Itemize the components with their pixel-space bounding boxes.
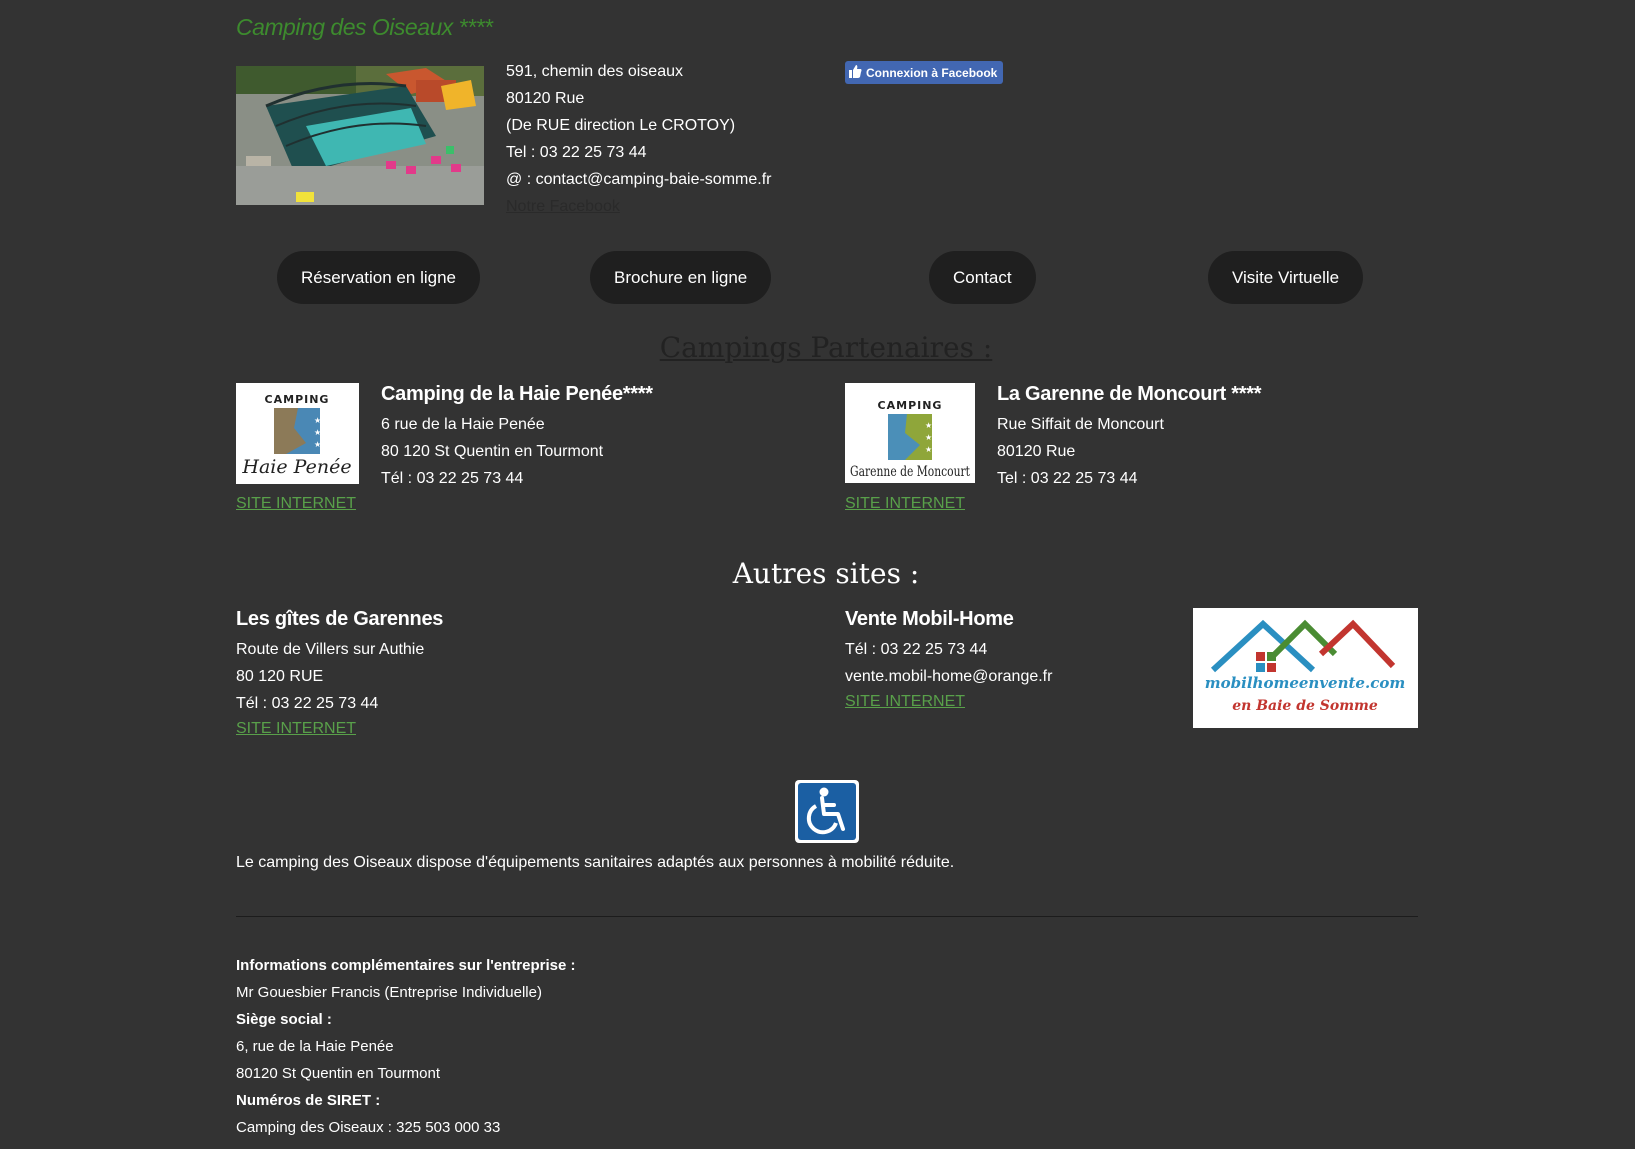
address-city: 80120 Rue: [506, 90, 585, 107]
address-street: 591, chemin des oiseaux: [506, 63, 683, 80]
garenne-moncourt-logo: CAMPING ★ ★ ★ Garenne de Moncourt: [845, 383, 975, 483]
facebook-connect-label: Connexion à Facebook: [866, 65, 998, 80]
haie-penee-logo-top: CAMPING: [265, 393, 330, 406]
svg-text:★: ★: [925, 445, 932, 454]
info-siege-city: 80120 St Quentin en Tourmont: [236, 1065, 441, 1082]
partner-1-site-link[interactable]: SITE INTERNET: [236, 495, 356, 513]
mobilhome-site-link[interactable]: SITE INTERNET: [845, 693, 965, 711]
haie-penee-logo: CAMPING ★ ★ ★ Haie Penée: [236, 383, 359, 484]
info-heading: Informations complémentaires sur l'entre…: [236, 957, 576, 974]
company-info: Informations complémentaires sur l'entre…: [236, 952, 576, 1141]
info-siret-heading: Numéros de SIRET :: [236, 1092, 381, 1109]
thumbs-up-icon: [849, 64, 862, 81]
pool-photo-illustration: [236, 66, 484, 205]
partner-2-title: La Garenne de Moncourt ****: [997, 383, 1262, 405]
address-email[interactable]: @ : contact@camping-baie-somme.fr: [506, 166, 771, 193]
gites-title: Les gîtes de Garennes: [236, 608, 444, 630]
site-title: Camping des Oiseaux ****: [236, 14, 493, 40]
info-siret-oiseaux: Camping des Oiseaux : 325 503 000 33: [236, 1119, 501, 1136]
partner-1-title: Camping de la Haie Penée****: [381, 383, 653, 405]
footer-divider: [236, 916, 1418, 917]
svg-text:★: ★: [925, 433, 932, 442]
partner-2-city: 80120 Rue: [997, 443, 1076, 460]
brochure-button[interactable]: Brochure en ligne: [590, 251, 772, 304]
partner-2-site-link[interactable]: SITE INTERNET: [845, 495, 965, 513]
mobilhome-phone: Tél : 03 22 25 73 44: [845, 641, 988, 658]
info-siege-heading: Siège social :: [236, 1011, 332, 1028]
svg-text:★: ★: [314, 428, 321, 437]
garenne-logo-bottom: Garenne de Moncourt: [850, 464, 970, 480]
campsite-pool-photo: [236, 66, 484, 205]
garenne-logo-top: CAMPING: [878, 399, 943, 412]
wheelchair-accessibility-icon: [794, 779, 860, 844]
address-phone: Tel : 03 22 25 73 44: [506, 144, 647, 161]
svg-text:★: ★: [925, 421, 932, 430]
info-siege-street: 6, rue de la Haie Penée: [236, 1038, 394, 1055]
svg-text:★: ★: [314, 416, 321, 425]
mobilhome-email[interactable]: vente.mobil-home@orange.fr: [845, 663, 1052, 690]
address-directions: (De RUE direction Le CROTOY): [506, 117, 736, 134]
other-sites-heading: Autres sites :: [732, 557, 920, 590]
mobilhomeenvente-logo[interactable]: mobilhomeenvente.com en Baie de Somme: [1193, 608, 1418, 728]
gites-phone: Tél : 03 22 25 73 44: [236, 695, 379, 712]
virtual-tour-button[interactable]: Visite Virtuelle: [1208, 251, 1364, 304]
gites-address: Route de Villers sur Authie: [236, 641, 425, 658]
facebook-connect-button[interactable]: Connexion à Facebook: [845, 61, 1004, 84]
partner-1-phone: Tél : 03 22 25 73 44: [381, 470, 524, 487]
gites-site-link[interactable]: SITE INTERNET: [236, 720, 356, 738]
reservation-button[interactable]: Réservation en ligne: [277, 251, 480, 304]
partner-1-city: 80 120 St Quentin en Tourmont: [381, 443, 604, 460]
contact-button[interactable]: Contact: [929, 251, 1036, 304]
gites-city: 80 120 RUE: [236, 668, 324, 685]
mobilhome-logo-line1: mobilhomeenvente.com: [1205, 674, 1405, 692]
info-owner: Mr Gouesbier Francis (Entreprise Individ…: [236, 984, 542, 1001]
svg-text:★: ★: [314, 440, 321, 449]
accessibility-text: Le camping des Oiseaux dispose d'équipem…: [236, 854, 955, 871]
mobilhome-logo-line2: en Baie de Somme: [1232, 698, 1378, 714]
partner-2-address: Rue Siffait de Moncourt: [997, 416, 1164, 433]
facebook-page-link[interactable]: Notre Facebook: [506, 198, 620, 215]
mobilhome-title: Vente Mobil-Home: [845, 608, 1014, 630]
haie-penee-logo-bottom: Haie Penée: [241, 456, 351, 478]
address-block: 591, chemin des oiseaux 80120 Rue (De RU…: [506, 58, 771, 220]
partner-2-phone: Tel : 03 22 25 73 44: [997, 470, 1138, 487]
partner-1-address: 6 rue de la Haie Penée: [381, 416, 545, 433]
partners-heading[interactable]: Campings Partenaires :: [0, 331, 1635, 364]
